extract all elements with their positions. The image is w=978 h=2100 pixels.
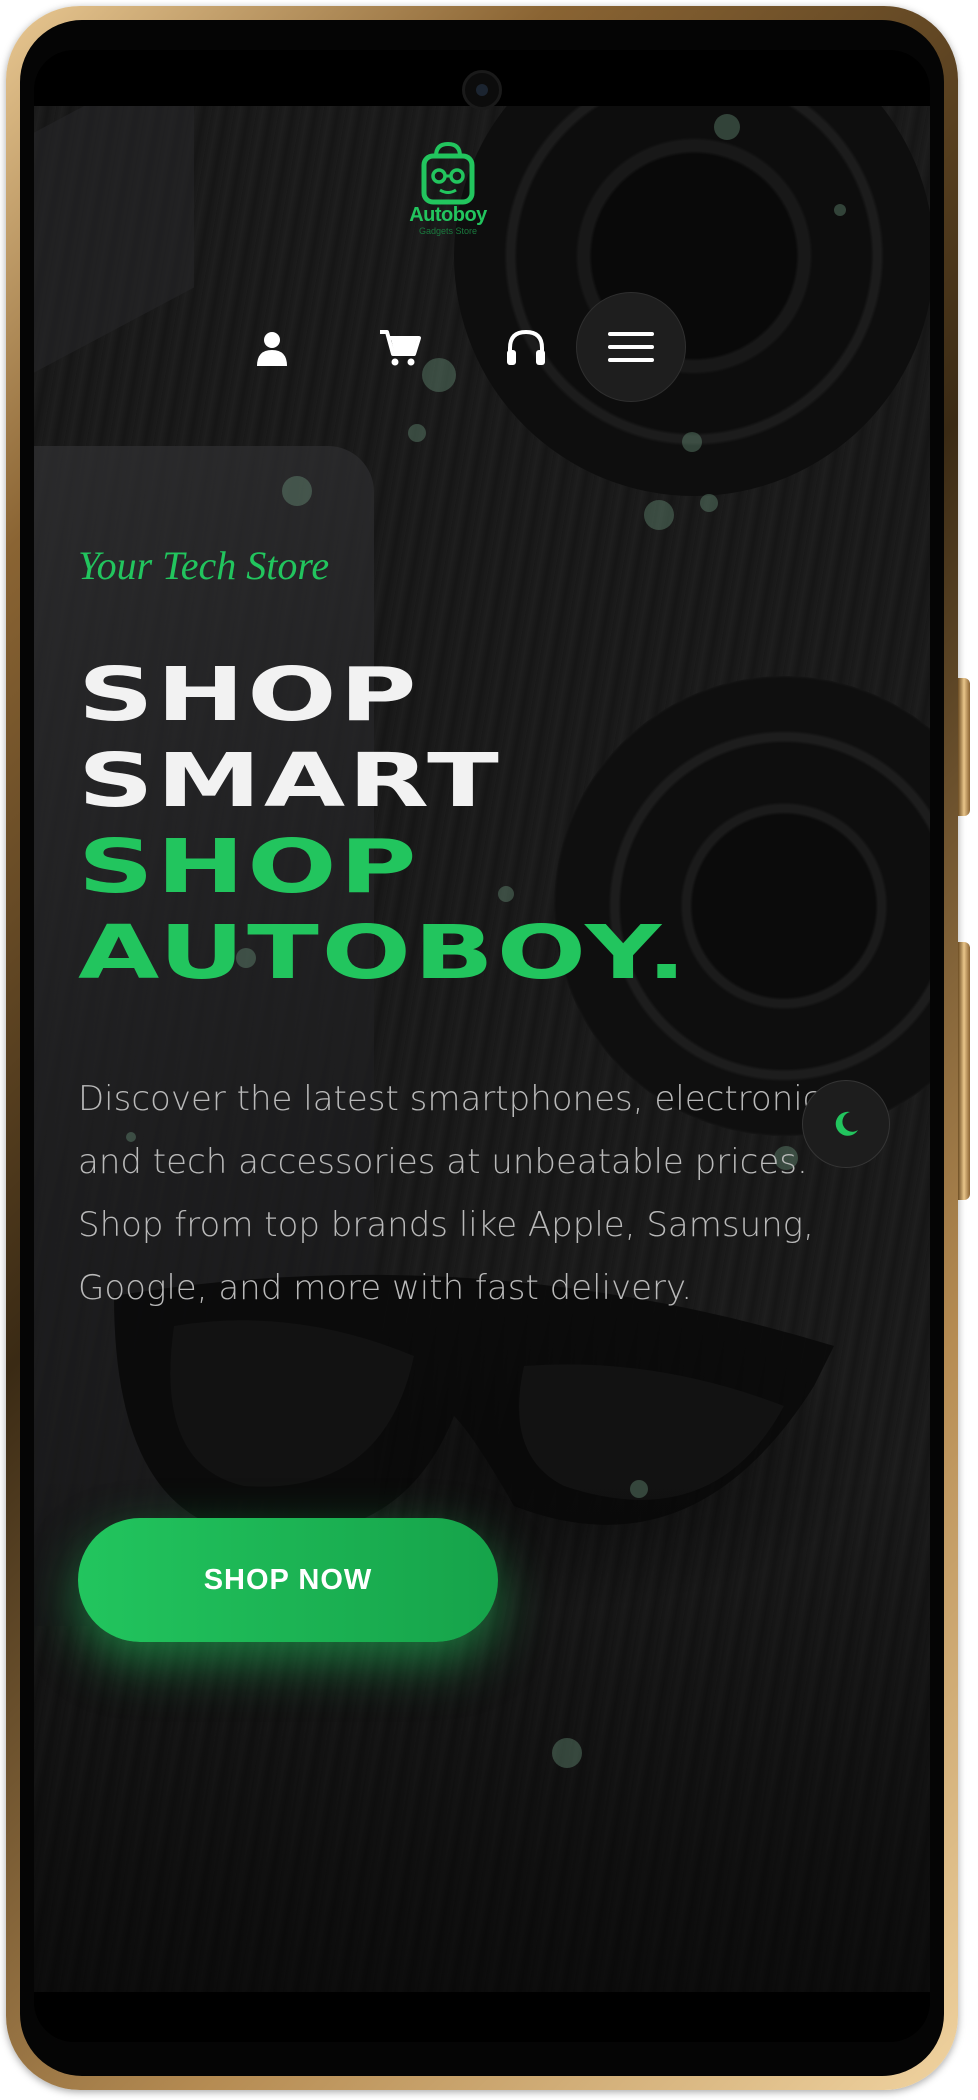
account-button[interactable] xyxy=(252,328,292,368)
user-icon xyxy=(257,332,287,366)
headset-icon xyxy=(507,329,545,365)
cart-button[interactable] xyxy=(378,328,421,368)
logo-wordmark: Autoboy xyxy=(409,204,487,226)
particle xyxy=(644,500,674,530)
moon-icon xyxy=(835,1111,858,1136)
support-button[interactable] xyxy=(504,328,545,368)
site-logo[interactable]: Autoboy Gadgets Store xyxy=(406,141,490,240)
menu-icon-bar xyxy=(608,358,654,362)
stage: Autoboy Gadgets Store Your Tech Store SH… xyxy=(0,0,978,2100)
particle xyxy=(408,424,426,442)
particle xyxy=(282,476,312,506)
menu-icon xyxy=(608,332,654,336)
headline-line-accent: SHOP xyxy=(78,824,420,910)
headline-line: SMART xyxy=(78,738,502,824)
particle xyxy=(552,1738,582,1768)
particle xyxy=(834,204,846,216)
background-overlay xyxy=(34,106,930,1992)
hero-description: Discover the latest smartphones, electro… xyxy=(78,1079,850,1308)
particle xyxy=(630,1480,648,1498)
menu-icon-bar xyxy=(608,345,654,349)
particle xyxy=(714,114,740,140)
menu-button[interactable] xyxy=(576,292,686,402)
app-viewport: Autoboy Gadgets Store Your Tech Store SH… xyxy=(34,106,930,1992)
power-button xyxy=(958,942,970,1200)
cart-icon xyxy=(380,330,421,366)
shop-now-button[interactable]: SHOP NOW xyxy=(78,1518,498,1642)
theme-toggle-button[interactable] xyxy=(802,1080,890,1168)
particle xyxy=(422,358,456,392)
particle xyxy=(682,432,702,452)
volume-button xyxy=(958,678,970,816)
phone-screen: Autoboy Gadgets Store Your Tech Store SH… xyxy=(34,50,930,2042)
particle xyxy=(700,494,718,512)
front-camera xyxy=(462,70,502,110)
hero-headline: SHOP SMART SHOP AUTOBOY. xyxy=(78,652,930,996)
headline-line-accent: AUTOBOY. xyxy=(78,910,690,996)
shopping-bag-logo-icon xyxy=(421,141,475,205)
logo-subtitle: Gadgets Store xyxy=(418,226,478,236)
hero-tagline: Your Tech Store xyxy=(78,543,330,588)
headline-line: SHOP xyxy=(78,652,420,738)
